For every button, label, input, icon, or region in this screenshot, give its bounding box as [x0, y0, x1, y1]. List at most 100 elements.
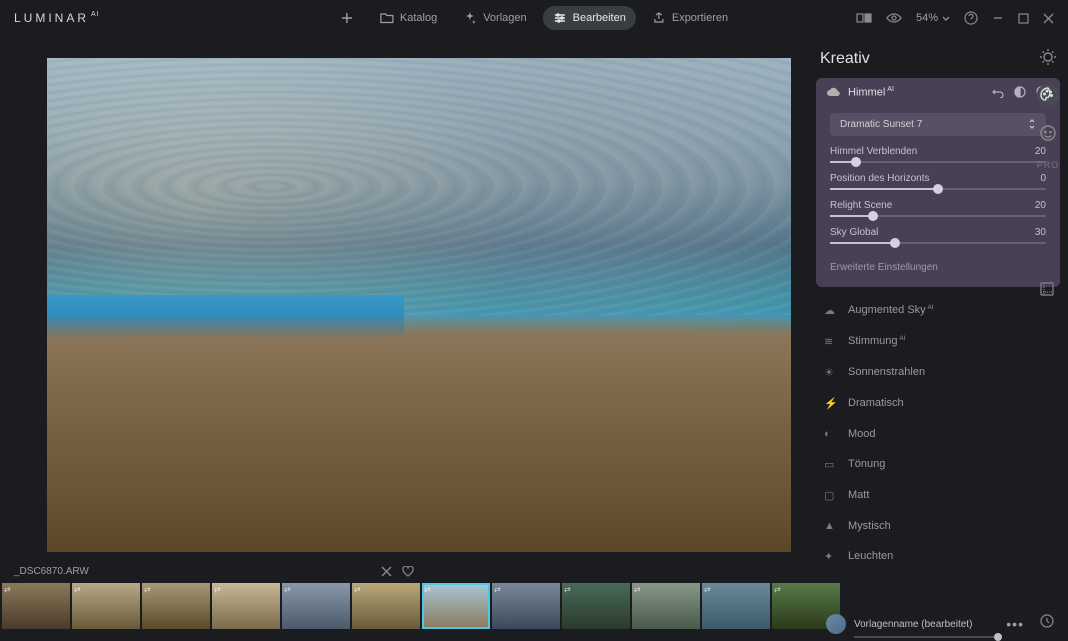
slider-sky-global: Sky Global 30 [830, 227, 1046, 244]
app-name: LUMINAR [14, 11, 89, 25]
sky-panel: HimmelAI Dramatic Sunset 7 Himmel Verble… [816, 78, 1060, 287]
sliders-icon [553, 11, 567, 25]
maximize-icon[interactable] [1018, 13, 1029, 24]
tool-label: Mystisch [848, 520, 891, 532]
help-icon[interactable] [964, 11, 978, 25]
slider-value: 30 [1035, 227, 1046, 238]
tool-icon: ☀ [824, 366, 838, 379]
tool-stimmung[interactable]: ≋StimmungAI [816, 326, 1060, 357]
filmstrip-thumb[interactable]: ⇄ [422, 583, 490, 629]
tool-leuchten[interactable]: ✦Leuchten [816, 541, 1060, 560]
app-logo: LUMINARAI [14, 11, 100, 25]
nav-vorlagen[interactable]: Vorlagen [453, 6, 536, 30]
tool-mystisch[interactable]: ▲ Mystisch [816, 511, 1060, 541]
filmstrip-thumb[interactable]: ⇄ [282, 583, 350, 629]
mask-icon[interactable] [1014, 86, 1026, 98]
tool-label: Mood [848, 428, 876, 440]
slider-track[interactable] [830, 215, 1046, 217]
nav-vorlagen-label: Vorlagen [483, 12, 526, 24]
add-button[interactable] [330, 6, 364, 30]
tool-icon: ▲ [824, 520, 838, 532]
canvas-area [0, 36, 816, 560]
slider-track[interactable] [830, 242, 1046, 244]
nav-bearbeiten[interactable]: Bearbeiten [543, 6, 636, 30]
pro-tab[interactable]: PRO [1037, 160, 1060, 170]
slider-value: 20 [1035, 200, 1046, 211]
filmstrip-thumb[interactable]: ⇄ [632, 583, 700, 629]
nav-katalog-label: Katalog [400, 12, 437, 24]
slider-thumb[interactable] [868, 211, 878, 221]
filmstrip-thumb[interactable]: ⇄ [702, 583, 770, 629]
slider-thumb[interactable] [890, 238, 900, 248]
cloud-icon [826, 87, 840, 97]
raw-badge: ⇄ [564, 585, 571, 594]
raw-badge: ⇄ [284, 585, 291, 594]
nav-katalog[interactable]: Katalog [370, 6, 447, 30]
filmstrip-thumb[interactable]: ⇄ [492, 583, 560, 629]
tool-label: Sonnenstrahlen [848, 366, 925, 378]
filmstrip-thumb[interactable]: ⇄ [142, 583, 210, 629]
slider-himmel-verblenden: Himmel Verblenden 20 [830, 146, 1046, 163]
reject-icon[interactable] [381, 566, 392, 577]
slider-track[interactable] [830, 161, 1046, 163]
raw-badge: ⇄ [4, 585, 11, 594]
tool-mood[interactable]: ◐Mood [816, 419, 1060, 449]
compare-icon[interactable] [856, 12, 872, 24]
filmstrip-thumb[interactable]: ⇄ [352, 583, 420, 629]
slider-track[interactable] [830, 188, 1046, 190]
undo-icon[interactable] [992, 86, 1004, 98]
nav-right: 54% [856, 11, 1054, 25]
tool-augmented-sky[interactable]: ☁Augmented SkyAI [816, 295, 1060, 326]
template-thumb[interactable] [826, 614, 846, 634]
crop-tool-icon[interactable] [1038, 280, 1056, 298]
image-canvas[interactable] [47, 58, 791, 552]
slider-position-des-horizonts: Position des Horizonts 0 [830, 173, 1046, 190]
template-bar: Vorlagenname (bearbeitet) ••• [826, 614, 1024, 634]
tool-sonnenstrahlen[interactable]: ☀ Sonnenstrahlen [816, 357, 1060, 388]
eye-icon[interactable] [886, 12, 902, 24]
history-icon[interactable] [1038, 612, 1056, 630]
template-strength-slider[interactable] [854, 636, 1002, 638]
slider-label: Sky Global [830, 227, 878, 238]
tool-icon: ▢ [824, 489, 838, 502]
nav-bearbeiten-label: Bearbeiten [573, 12, 626, 24]
slider-relight-scene: Relight Scene 20 [830, 200, 1046, 217]
tool-matt[interactable]: ▢Matt [816, 480, 1060, 511]
raw-badge: ⇄ [774, 585, 781, 594]
minimize-icon[interactable] [992, 12, 1004, 24]
tool-label: StimmungAI [848, 335, 905, 347]
filmstrip-thumb[interactable]: ⇄ [562, 583, 630, 629]
portrait-tab-icon[interactable] [1037, 122, 1059, 144]
zoom-control[interactable]: 54% [916, 12, 950, 24]
tool-label: Leuchten [848, 550, 893, 560]
advanced-settings[interactable]: Erweiterte Einstellungen [830, 254, 1046, 277]
slider-thumb[interactable] [851, 157, 861, 167]
nav-center: Katalog Vorlagen Bearbeiten Exportieren [330, 6, 738, 30]
tool-tönung[interactable]: ▭Tönung [816, 449, 1060, 480]
tool-dramatisch[interactable]: ⚡Dramatisch [816, 388, 1060, 419]
close-icon[interactable] [1043, 13, 1054, 24]
filmstrip-thumb[interactable]: ⇄ [2, 583, 70, 629]
sky-panel-title-suffix: AI [887, 86, 894, 93]
plus-icon [340, 11, 354, 25]
template-menu-icon[interactable]: ••• [1006, 616, 1024, 632]
template-name: Vorlagenname (bearbeitet) [854, 619, 998, 630]
edge-toolbar: PRO [1028, 36, 1068, 170]
filmstrip-thumb[interactable]: ⇄ [72, 583, 140, 629]
raw-badge: ⇄ [494, 585, 501, 594]
slider-thumb[interactable] [933, 184, 943, 194]
filmstrip-thumb[interactable]: ⇄ [212, 583, 280, 629]
nav-exportieren[interactable]: Exportieren [642, 6, 738, 30]
sidebar-title: Kreativ [816, 50, 1060, 78]
sky-preset-dropdown[interactable]: Dramatic Sunset 7 [830, 113, 1046, 136]
creative-tab-icon[interactable] [1037, 84, 1059, 106]
raw-badge: ⇄ [74, 585, 81, 594]
filename: _DSC6870.ARW [14, 566, 89, 577]
sky-panel-header[interactable]: HimmelAI [816, 78, 1060, 107]
top-bar: LUMINARAI Katalog Vorlagen Bearbeiten Ex… [0, 0, 1068, 36]
favorite-icon[interactable] [402, 566, 414, 577]
sky-panel-title-text: Himmel [848, 87, 885, 99]
essentials-tab-icon[interactable] [1037, 46, 1059, 68]
chevron-down-icon [942, 16, 950, 21]
sky-panel-title: HimmelAI [848, 86, 984, 99]
